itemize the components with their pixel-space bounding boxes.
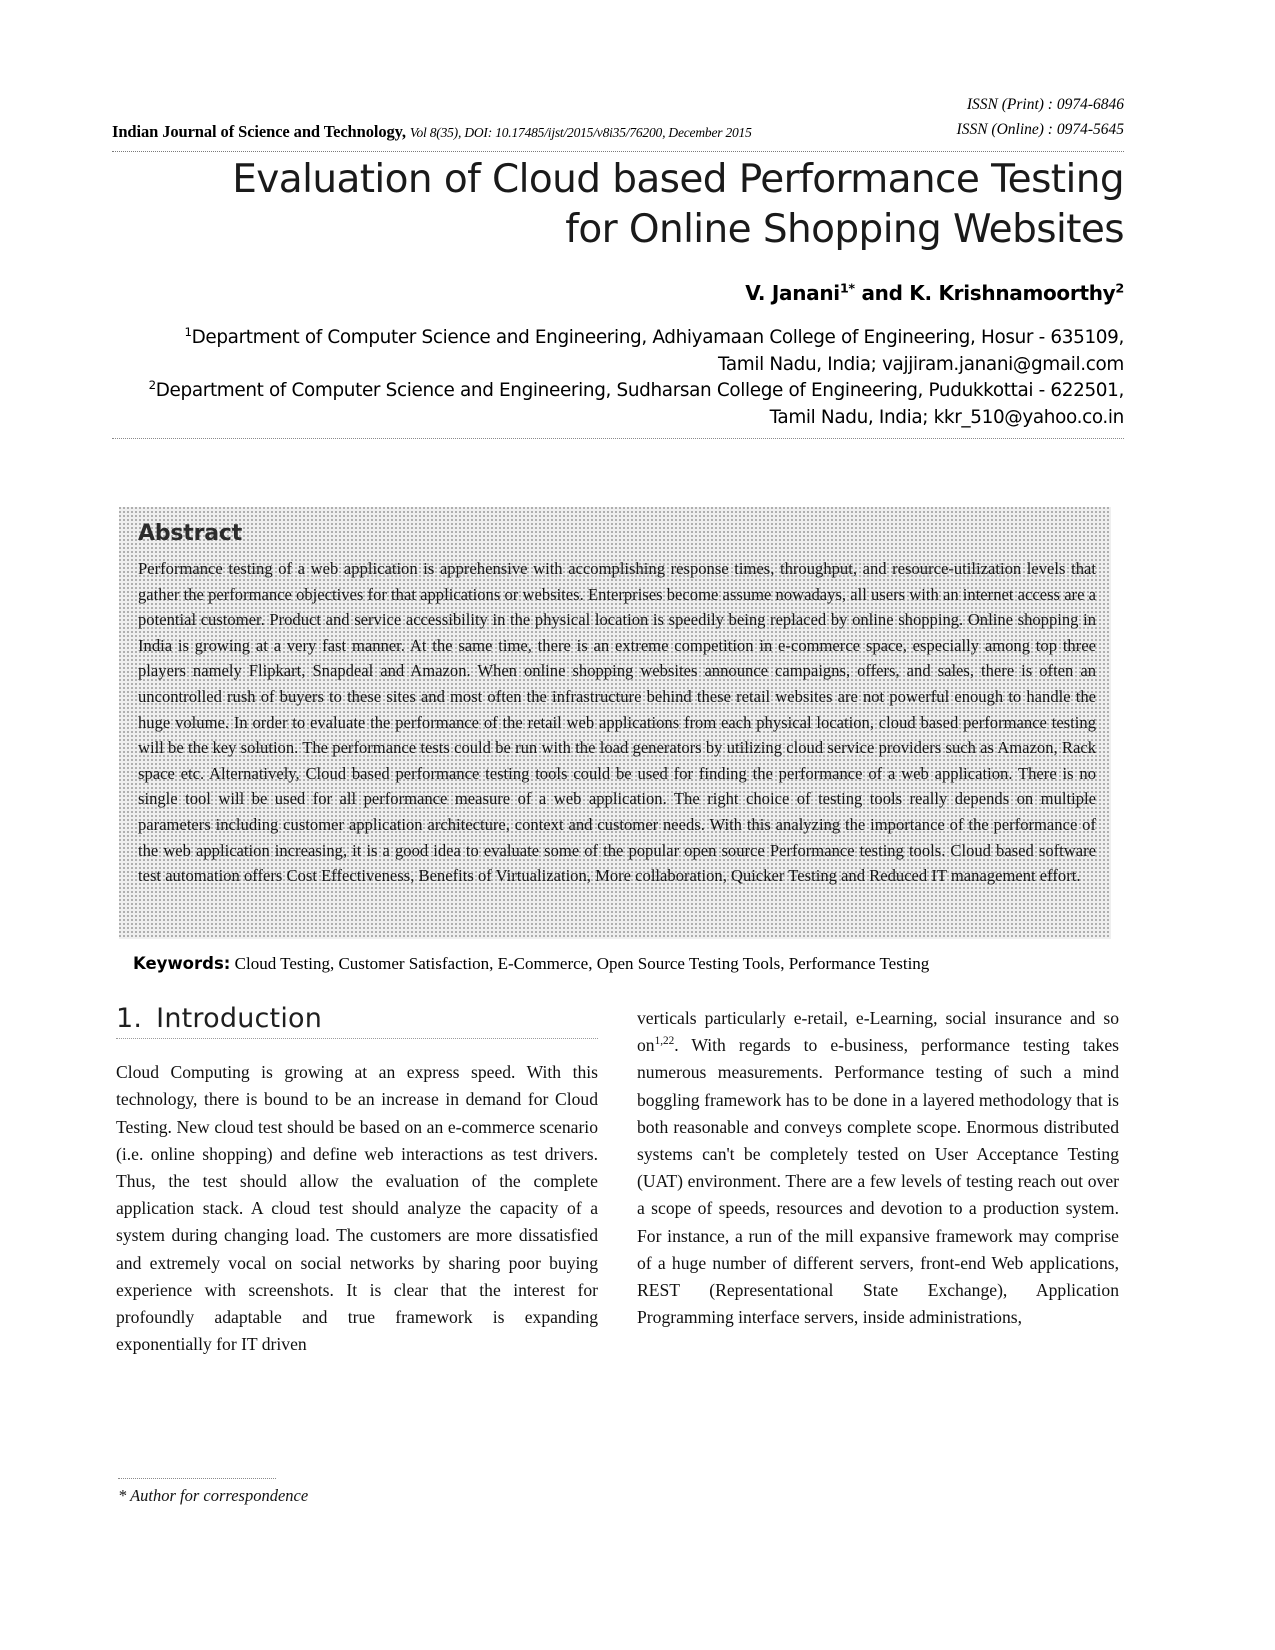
footnote-correspondence: * Author for correspondence — [118, 1486, 309, 1505]
affil-marker-1: 1 — [184, 324, 192, 339]
column-right: verticals particularly e-retail, e-Learn… — [637, 1005, 1119, 1331]
section-heading-rule — [116, 1038, 598, 1040]
affiliation-line-2: Tamil Nadu, India; vajjiram.janani@gmail… — [718, 353, 1124, 375]
keywords-label: Keywords: — [133, 954, 231, 973]
column-left: 1. Introduction Cloud Computing is growin… — [116, 1005, 598, 1358]
section-title: Introduction — [156, 1003, 323, 1034]
journal-volume-doi-date: Vol 8(35), DOI: 10.17485/ijst/2015/v8i35… — [409, 125, 752, 140]
affiliations: 1Department of Computer Science and Engi… — [120, 324, 1125, 431]
affiliation-line-4: Tamil Nadu, India; kkr_510@yahoo.co.in — [769, 406, 1125, 428]
affiliation-line-3: 2Department of Computer Science and Engi… — [148, 378, 1125, 402]
issn-print: ISSN (Print) : 0974-6846 — [966, 96, 1124, 113]
author-affil-marker-1: 1* — [839, 281, 855, 297]
journal-name: Indian Journal of Science and Technology… — [112, 122, 406, 141]
author-affil-marker-2: 2 — [1115, 281, 1124, 297]
issn-block: ISSN (Print) : 0974-6846 ISSN (Online) :… — [957, 92, 1124, 142]
masthead-divider — [112, 151, 1124, 152]
keywords-value: Cloud Testing, Customer Satisfaction, E-… — [234, 954, 930, 973]
title-line-1: Evaluation of Cloud based Performance Te… — [232, 157, 1124, 202]
page-title: Evaluation of Cloud based Performance Te… — [150, 155, 1124, 255]
keywords: Keywords: Cloud Testing, Customer Satisf… — [133, 952, 1118, 976]
affiliation-divider — [112, 438, 1124, 439]
body-paragraph-left: Cloud Computing is growing at an express… — [116, 1062, 598, 1355]
citation-marker: 1,22 — [654, 1035, 675, 1048]
abstract-box: Abstract Performance testing of a web ap… — [119, 507, 1111, 939]
title-line-2: for Online Shopping Websites — [565, 207, 1124, 252]
abstract-body: Performance testing of a web application… — [138, 559, 1096, 886]
masthead: Indian Journal of Science and Technology… — [112, 92, 1124, 144]
section-number: 1. — [116, 1003, 143, 1034]
footnote-divider — [118, 1478, 276, 1479]
paper-page: Indian Journal of Science and Technology… — [0, 0, 1275, 1650]
abstract-heading: Abstract — [138, 521, 243, 546]
affiliation-line-1: 1Department of Computer Science and Engi… — [184, 324, 1124, 348]
masthead-journal: Indian Journal of Science and Technology… — [112, 122, 752, 142]
body-paragraph-right: verticals particularly e-retail, e-Learn… — [637, 1008, 1119, 1328]
author-list: V. Janani1* and K. Krishnamoorthy2 — [745, 281, 1124, 305]
section-heading-introduction: 1. Introduction — [116, 1005, 598, 1032]
issn-online: ISSN (Online) : 0974-5645 — [956, 121, 1124, 138]
affil-marker-2: 2 — [148, 378, 156, 393]
